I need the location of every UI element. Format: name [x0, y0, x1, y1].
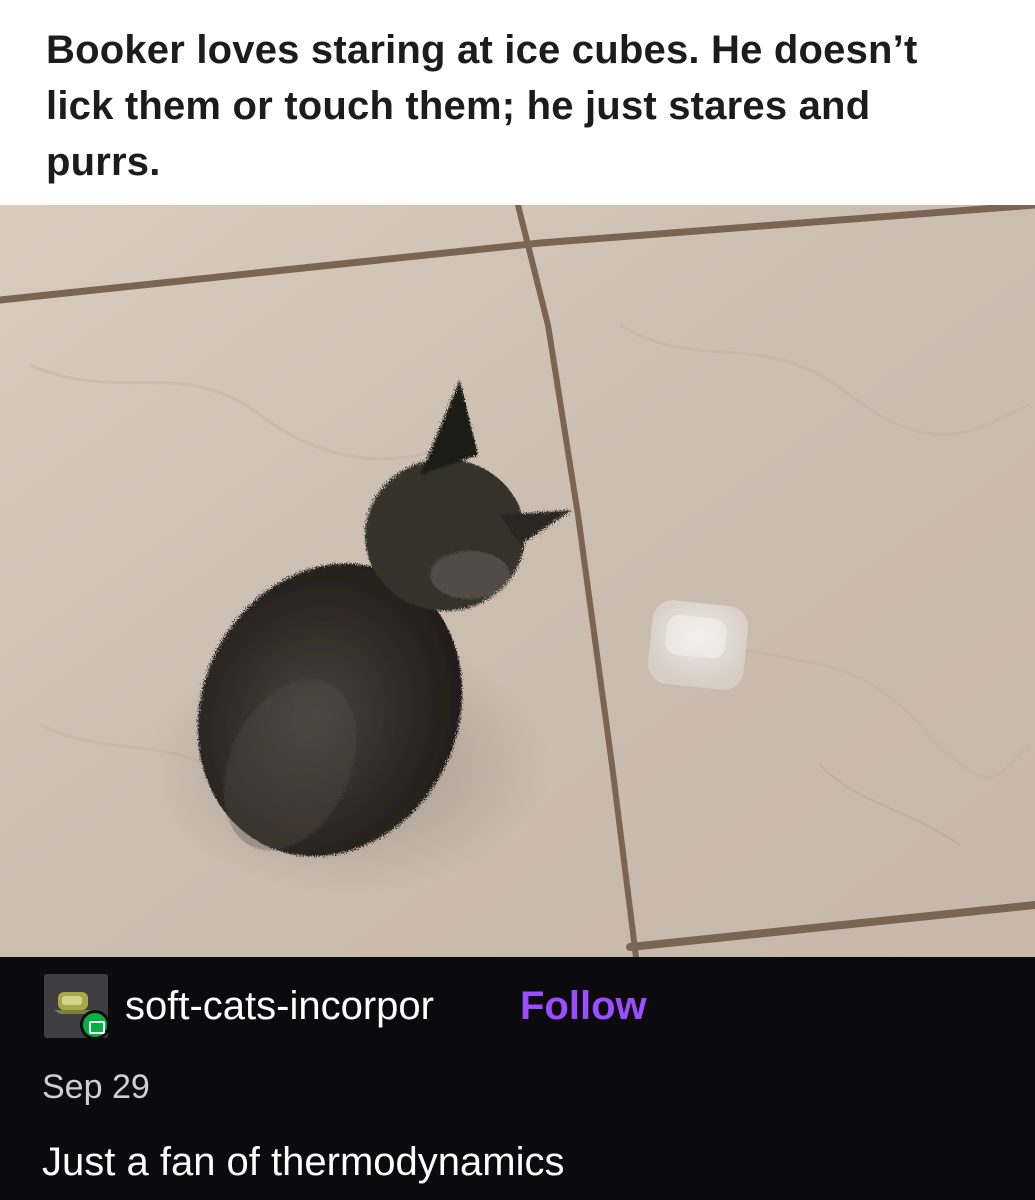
post-footer: soft-cats-incorpor Follow Sep 29 Just a …: [0, 957, 1035, 1200]
tile-floor: [0, 205, 1035, 957]
caption-text: Booker loves staring at ice cubes. He do…: [46, 28, 918, 184]
post-date: Sep 29: [42, 1068, 150, 1106]
avatar[interactable]: [44, 974, 108, 1038]
ice-cube: [647, 600, 749, 690]
post-body: Just a fan of thermodynamics: [42, 1140, 565, 1184]
activity-badge-icon: [80, 1010, 108, 1038]
post-photo[interactable]: [0, 205, 1035, 957]
caption-panel: Booker loves staring at ice cubes. He do…: [0, 0, 1035, 205]
follow-button[interactable]: Follow: [520, 982, 647, 1030]
kitten-photo-image: [0, 205, 1035, 957]
username-link[interactable]: soft-cats-incorpor: [125, 982, 434, 1030]
